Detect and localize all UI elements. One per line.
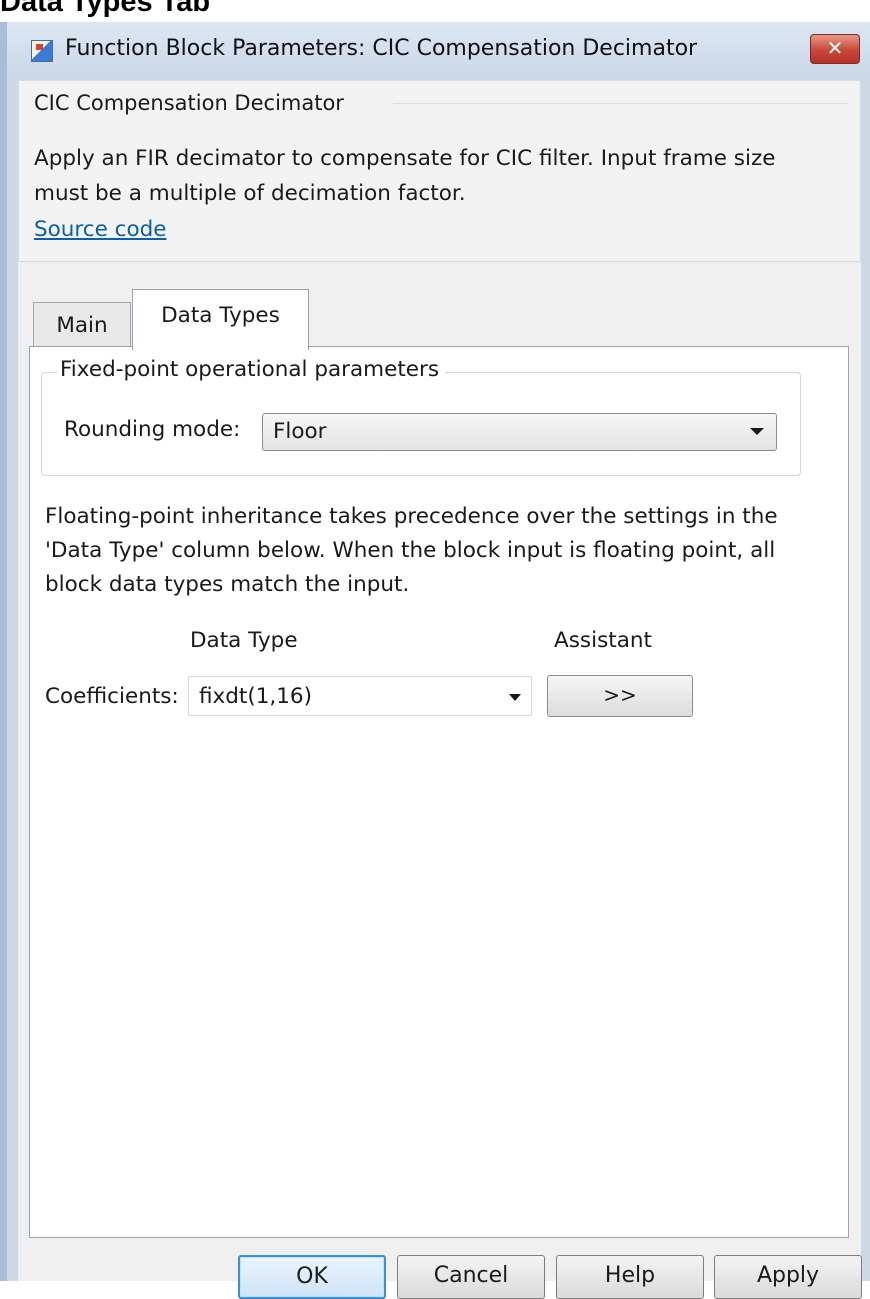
coefficients-data-type-combo[interactable]: fixdt(1,16) — [188, 676, 532, 716]
rounding-mode-label: Rounding mode: — [64, 417, 241, 442]
dialog-client-area: CIC Compensation Decimator Apply an FIR … — [18, 80, 862, 1299]
coefficients-data-type-value: fixdt(1,16) — [199, 684, 312, 709]
assistant-column-header: Assistant — [554, 628, 652, 653]
fixed-point-group: Fixed-point operational parameters Round… — [41, 357, 801, 476]
tab-main[interactable]: Main — [33, 302, 131, 348]
help-button[interactable]: Help — [556, 1255, 704, 1299]
coefficients-label: Coefficients: — [45, 684, 179, 709]
rounding-mode-select[interactable]: Floor — [262, 413, 777, 451]
dropdown-arrow-icon — [750, 428, 764, 435]
cancel-button[interactable]: Cancel — [397, 1255, 545, 1299]
simulink-block-icon — [31, 40, 53, 62]
data-type-assistant-button[interactable]: >> — [547, 675, 693, 717]
dialog-window: Function Block Parameters: CIC Compensat… — [0, 22, 870, 1299]
description-group-title: CIC Compensation Decimator — [34, 91, 350, 115]
inheritance-note: Floating-point inheritance takes precede… — [45, 504, 778, 597]
dropdown-arrow-icon — [509, 694, 521, 701]
window-title: Function Block Parameters: CIC Compensat… — [65, 36, 698, 61]
data-type-column-header: Data Type — [190, 628, 298, 653]
group-divider — [393, 103, 848, 104]
description-group: CIC Compensation Decimator Apply an FIR … — [18, 80, 861, 262]
title-bar: Function Block Parameters: CIC Compensat… — [7, 22, 870, 80]
fixed-point-group-title: Fixed-point operational parameters — [57, 357, 446, 382]
ok-button[interactable]: OK — [238, 1255, 386, 1299]
tab-data-types[interactable]: Data Types — [132, 289, 309, 350]
source-code-link[interactable]: Source code — [34, 217, 167, 242]
page-heading: Data Types Tab — [0, 0, 211, 18]
apply-button[interactable]: Apply — [714, 1255, 862, 1299]
data-types-panel: Fixed-point operational parameters Round… — [29, 346, 849, 1238]
description-text: Apply an FIR decimator to compensate for… — [34, 146, 776, 206]
close-button[interactable]: ✕ — [810, 34, 860, 64]
rounding-mode-value: Floor — [273, 419, 327, 444]
